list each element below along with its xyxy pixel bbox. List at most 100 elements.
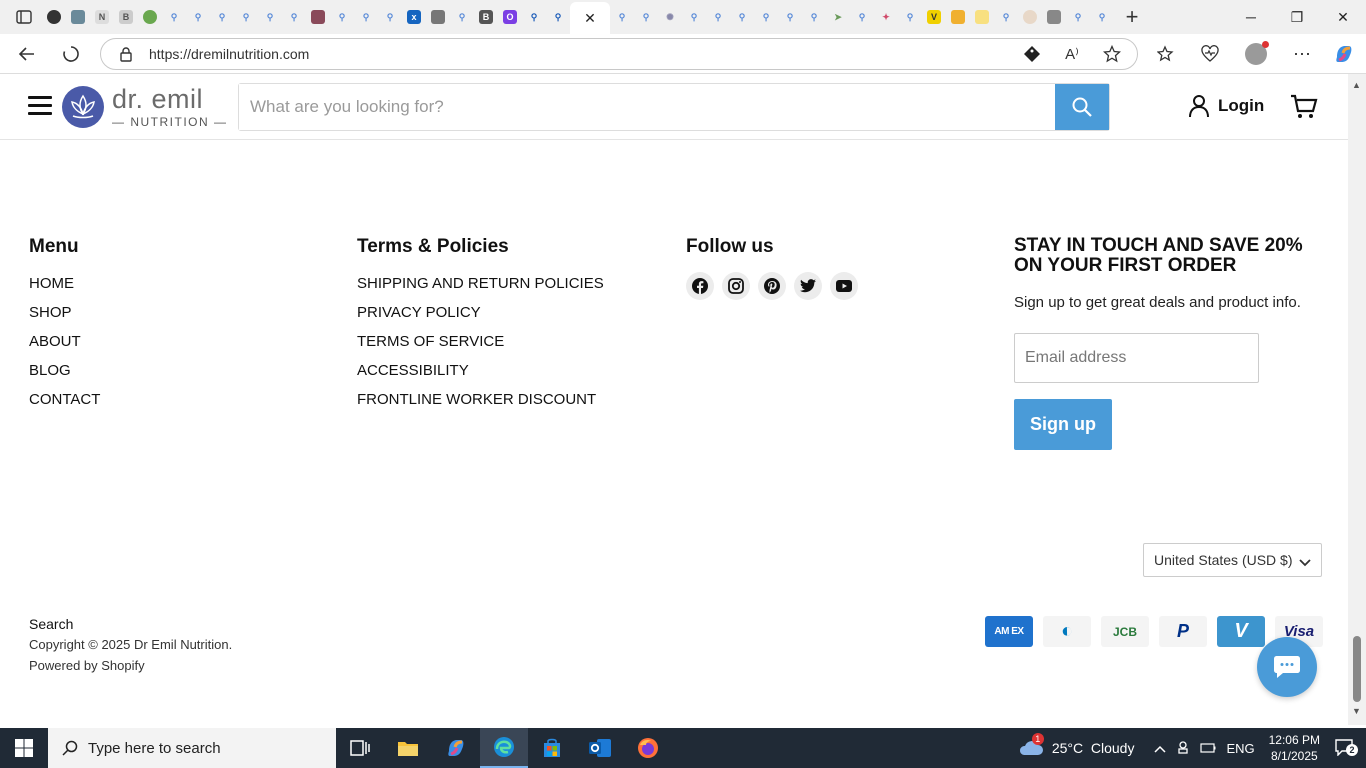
browser-tab[interactable] [946,2,970,32]
search-tab[interactable]: ⚲ [546,2,570,32]
youtube-icon[interactable] [830,272,858,300]
edge-browser-icon[interactable] [480,728,528,768]
search-tab[interactable]: ⚲ [634,2,658,32]
footer-link-shop[interactable]: SHOP [29,304,100,333]
back-button[interactable] [12,40,42,68]
search-submit-button[interactable] [1055,84,1109,130]
search-tab[interactable]: ⚲ [754,2,778,32]
search-tab[interactable]: ⚲ [210,2,234,32]
browser-tab[interactable] [970,2,994,32]
task-view-icon[interactable] [336,728,384,768]
footer-link-home[interactable]: HOME [29,275,100,304]
meet-now-icon[interactable] [1176,740,1190,757]
login-link[interactable]: Login [1188,94,1264,118]
battery-icon[interactable] [1200,741,1216,756]
search-tab[interactable]: ⚲ [1090,2,1114,32]
browser-tab[interactable]: N [90,2,114,32]
read-aloud-icon[interactable]: A⁾ [1058,40,1086,68]
outlook-icon[interactable] [576,728,624,768]
copilot-app-icon[interactable] [432,728,480,768]
search-tab[interactable]: ⚲ [898,2,922,32]
powered-by-link[interactable]: Powered by Shopify [29,658,232,679]
search-tab[interactable]: ⚲ [162,2,186,32]
scroll-up-arrow-icon[interactable]: ▲ [1352,80,1361,90]
clock[interactable]: 12:06 PM 8/1/2025 [1269,732,1320,764]
search-tab[interactable]: ⚲ [682,2,706,32]
firefox-icon[interactable] [624,728,672,768]
copilot-icon[interactable] [1330,40,1358,68]
browser-essentials-icon[interactable] [1196,40,1224,68]
search-tab[interactable]: ⚲ [994,2,1018,32]
taskbar-search-box[interactable]: Type here to search [48,728,336,768]
footer-link-privacy[interactable]: PRIVACY POLICY [357,304,604,333]
search-tab[interactable]: ⚲ [330,2,354,32]
footer-link-accessibility[interactable]: ACCESSIBILITY [357,362,604,391]
footer-link-blog[interactable]: BLOG [29,362,100,391]
browser-tab[interactable] [66,2,90,32]
maximize-button[interactable]: ❐ [1274,0,1320,34]
browser-tab[interactable] [42,2,66,32]
signup-button[interactable]: Sign up [1014,399,1112,450]
search-tab[interactable]: ⚲ [850,2,874,32]
browser-tab[interactable]: ➤ [826,2,850,32]
close-window-button[interactable]: ✕ [1320,0,1366,34]
chat-widget-button[interactable] [1257,637,1317,697]
browser-tab[interactable]: V [922,2,946,32]
file-explorer-icon[interactable] [384,728,432,768]
twitter-icon[interactable] [794,272,822,300]
footer-link-terms[interactable]: TERMS OF SERVICE [357,333,604,362]
search-tab[interactable]: ⚲ [802,2,826,32]
browser-tab[interactable] [306,2,330,32]
language-indicator[interactable]: ENG [1226,741,1254,756]
footer-link-frontline[interactable]: FRONTLINE WORKER DISCOUNT [357,391,604,420]
notification-center-icon[interactable]: 2 [1334,738,1358,759]
search-tab[interactable]: ⚲ [730,2,754,32]
minimize-button[interactable]: ─ [1228,0,1274,34]
pinterest-icon[interactable] [758,272,786,300]
favorite-star-icon[interactable] [1098,40,1126,68]
search-tab[interactable]: ⚲ [1066,2,1090,32]
browser-tab[interactable] [1018,2,1042,32]
scroll-down-arrow-icon[interactable]: ▼ [1352,706,1361,716]
profile-avatar[interactable] [1242,40,1270,68]
search-tab[interactable]: ⚲ [778,2,802,32]
search-tab[interactable]: ⚲ [610,2,634,32]
site-logo[interactable]: dr. emil — NUTRITION — [62,84,228,130]
address-bar[interactable]: https://dremilnutrition.com [100,38,1138,70]
weather-cloud-icon[interactable]: 1 [1018,732,1044,760]
close-tab-icon[interactable]: ✕ [584,10,596,27]
browser-tab[interactable]: x [402,2,426,32]
footer-search-link[interactable]: Search [29,616,232,637]
url-text[interactable]: https://dremilnutrition.com [149,46,309,62]
scrollbar-thumb[interactable] [1353,636,1361,702]
stop-loading-icon[interactable] [56,40,86,68]
active-tab[interactable]: ✕ [570,2,610,34]
email-field[interactable] [1014,333,1259,383]
weather-text[interactable]: 25°C Cloudy [1052,740,1135,756]
browser-tab[interactable] [426,2,450,32]
browser-tab[interactable]: ✦ [874,2,898,32]
browser-tab[interactable]: B [474,2,498,32]
chevron-up-icon[interactable] [1154,741,1166,756]
currency-selector[interactable]: United States (USD $) [1143,543,1322,577]
browser-tab[interactable] [138,2,162,32]
site-search-input[interactable] [239,84,1055,130]
search-tab[interactable]: ⚲ [186,2,210,32]
search-tab[interactable]: ⚲ [522,2,546,32]
new-tab-button[interactable]: + [1120,4,1144,29]
tab-actions-icon[interactable] [12,5,36,29]
favorites-icon[interactable] [1152,40,1180,68]
search-tab[interactable]: ⚲ [378,2,402,32]
microsoft-store-icon[interactable] [528,728,576,768]
site-info-icon[interactable] [119,46,133,67]
more-options-icon[interactable]: ⋯ [1288,40,1316,68]
menu-hamburger-icon[interactable] [28,96,52,116]
footer-link-shipping[interactable]: SHIPPING AND RETURN POLICIES [357,275,604,304]
search-tab[interactable]: ⚲ [282,2,306,32]
footer-link-about[interactable]: ABOUT [29,333,100,362]
browser-tab[interactable]: ✺ [658,2,682,32]
instagram-icon[interactable] [722,272,750,300]
cart-icon[interactable] [1290,94,1318,125]
facebook-icon[interactable] [686,272,714,300]
browser-tab[interactable]: O [498,2,522,32]
